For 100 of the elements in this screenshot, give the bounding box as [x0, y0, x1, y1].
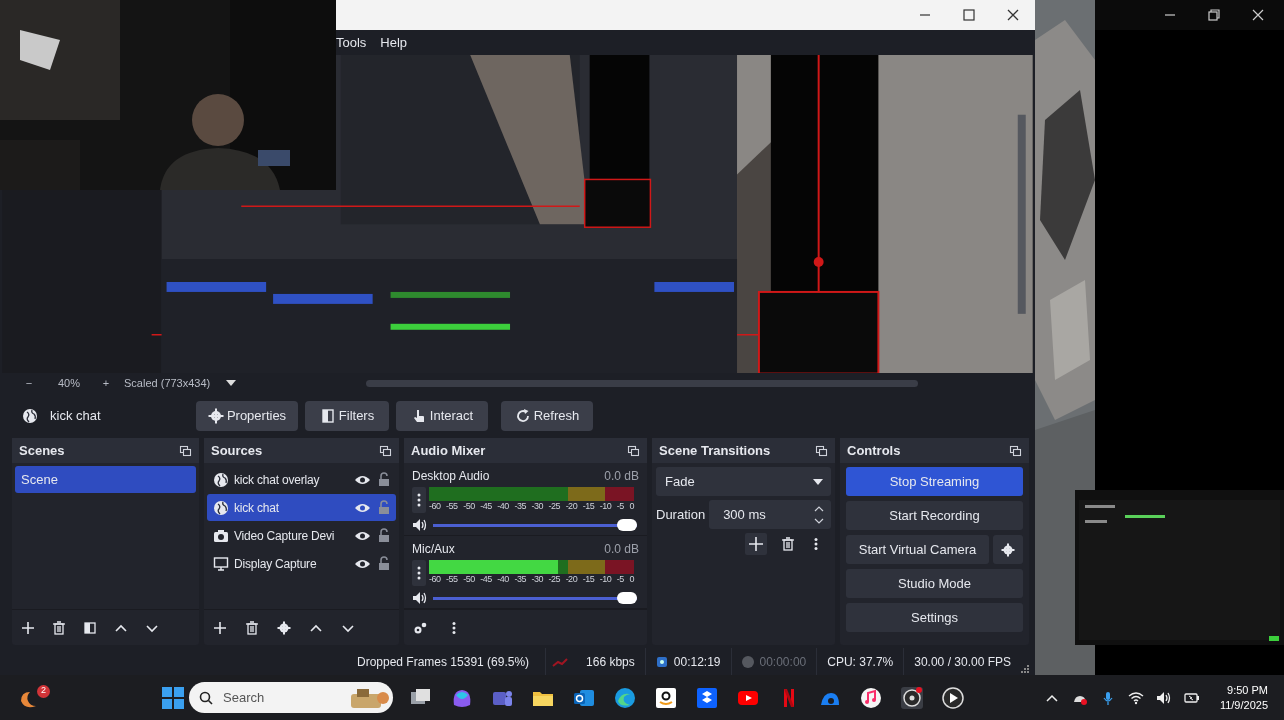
- lock-icon[interactable]: [378, 472, 390, 488]
- menu-item[interactable]: Help: [380, 32, 408, 53]
- scale-label: -40: [497, 501, 509, 513]
- transition-dropdown[interactable]: Fade: [656, 467, 831, 497]
- scale-label: -20: [565, 574, 578, 586]
- slider-thumb[interactable]: [617, 592, 637, 605]
- scrollbar[interactable]: [366, 379, 919, 387]
- scale-label: -50: [463, 501, 475, 513]
- toolbar-button[interactable]: Properties: [196, 400, 298, 431]
- camera-icon: [213, 527, 229, 544]
- fps: 30.00 / 30.00 FPS: [914, 653, 1011, 671]
- globe-icon: [213, 499, 229, 516]
- scale-label: 0: [629, 574, 634, 586]
- trash-icon[interactable]: [781, 537, 795, 552]
- zoom-out-button[interactable]: −: [20, 375, 38, 392]
- scale-label: -10: [599, 574, 612, 586]
- undock-icon[interactable]: [627, 444, 640, 457]
- scale-label: -15: [582, 501, 595, 513]
- control-button[interactable]: Stop Streaming: [846, 467, 1023, 497]
- eye-icon[interactable]: [354, 529, 371, 542]
- undock-icon[interactable]: [1009, 444, 1022, 457]
- scale-label: -35: [514, 574, 526, 586]
- menu-item[interactable]: Tools: [336, 32, 367, 53]
- source-item[interactable]: kick chat: [207, 494, 396, 522]
- zoom-level: 40%: [58, 376, 81, 392]
- dropped-frames: Dropped Frames 15391 (69.5%): [357, 652, 530, 671]
- scale-label: -50: [463, 574, 475, 586]
- scale-label: -40: [497, 574, 509, 586]
- browser-icon[interactable]: [614, 686, 636, 709]
- add-icon[interactable]: [21, 620, 35, 635]
- toolbar-button[interactable]: Refresh: [501, 400, 593, 431]
- source-item[interactable]: kick chat overlay: [207, 466, 396, 494]
- scale-label: -15: [582, 574, 595, 586]
- filter-icon[interactable]: [83, 620, 97, 635]
- add-icon[interactable]: [745, 533, 767, 556]
- add-icon[interactable]: [213, 620, 227, 635]
- shopping-icon[interactable]: [655, 686, 677, 709]
- eye-icon[interactable]: [354, 473, 371, 486]
- gear-icon[interactable]: [277, 620, 291, 635]
- windows-logo-icon[interactable]: [162, 686, 184, 709]
- scale-label: Scaled (773x434): [124, 376, 211, 392]
- scale-label: -55: [446, 574, 458, 586]
- wifi-icon[interactable]: [1127, 689, 1144, 706]
- volume-slider[interactable]: [433, 592, 637, 605]
- undock-icon[interactable]: [179, 444, 192, 457]
- record-app-icon[interactable]: [901, 686, 923, 709]
- trash-icon[interactable]: [52, 620, 66, 635]
- box-icon[interactable]: [696, 686, 718, 709]
- scene-item[interactable]: Scene: [15, 466, 196, 494]
- control-button[interactable]: Settings: [846, 603, 1023, 633]
- db-reading: 0.0 dB: [604, 541, 639, 559]
- scale-label: -30: [531, 501, 543, 513]
- source-item[interactable]: Video Capture Devi: [207, 522, 396, 550]
- scale-label: -60: [429, 574, 441, 586]
- more-icon[interactable]: [412, 487, 426, 514]
- control-button[interactable]: Start Recording: [846, 501, 1023, 531]
- scale-label: -10: [599, 501, 612, 513]
- virtual-camera-settings-button[interactable]: [993, 535, 1023, 565]
- slider-thumb[interactable]: [617, 519, 637, 532]
- globe-icon: [22, 407, 38, 424]
- dock-title: Scene Transitions: [659, 441, 771, 460]
- scale-label: -25: [548, 501, 561, 513]
- undock-icon[interactable]: [815, 444, 828, 457]
- refresh-icon: [514, 407, 531, 424]
- eye-icon[interactable]: [354, 501, 371, 514]
- scale-label: -45: [480, 501, 492, 513]
- lock-icon[interactable]: [378, 528, 390, 544]
- play-circle-icon[interactable]: [942, 686, 964, 709]
- clock-time[interactable]: 9:50 PM: [1227, 682, 1268, 698]
- toolbar-button[interactable]: Interact: [396, 400, 488, 431]
- bitrate: 166 kbps: [586, 653, 635, 671]
- clock-date[interactable]: 11/9/2025: [1219, 697, 1268, 713]
- duration-label: Duration: [656, 505, 706, 524]
- more-icon[interactable]: [412, 560, 426, 587]
- music-icon[interactable]: [860, 686, 882, 709]
- toolbar-button[interactable]: Filters: [305, 400, 389, 431]
- scale-label: 0: [629, 501, 634, 513]
- lock-icon[interactable]: [378, 556, 390, 572]
- zoom-in-button[interactable]: +: [100, 375, 113, 392]
- monitor-icon: [213, 555, 229, 572]
- resize-grip-icon: [1021, 665, 1029, 673]
- scale-label: -45: [480, 574, 492, 586]
- duration-field[interactable]: 300 ms: [709, 500, 831, 530]
- gear-icon: [1001, 542, 1015, 557]
- trash-icon[interactable]: [245, 620, 259, 635]
- filter-icon: [319, 407, 336, 424]
- control-button[interactable]: Start Virtual Camera: [846, 535, 989, 565]
- advanced-audio-icon[interactable]: [413, 620, 427, 635]
- control-button[interactable]: Studio Mode: [846, 569, 1023, 599]
- dock-title: Controls: [847, 441, 901, 460]
- scale-label: -25: [548, 574, 561, 586]
- undock-icon[interactable]: [379, 444, 392, 457]
- source-item[interactable]: Display Capture: [207, 550, 396, 578]
- search-field[interactable]: Search: [189, 682, 393, 713]
- scale-label: -60: [429, 501, 441, 513]
- record-time: 00:00:00: [759, 653, 807, 671]
- volume-slider[interactable]: [433, 519, 637, 532]
- streaming-icon: [655, 655, 668, 668]
- eye-icon[interactable]: [354, 557, 371, 570]
- source-name: kick chat: [50, 406, 102, 425]
